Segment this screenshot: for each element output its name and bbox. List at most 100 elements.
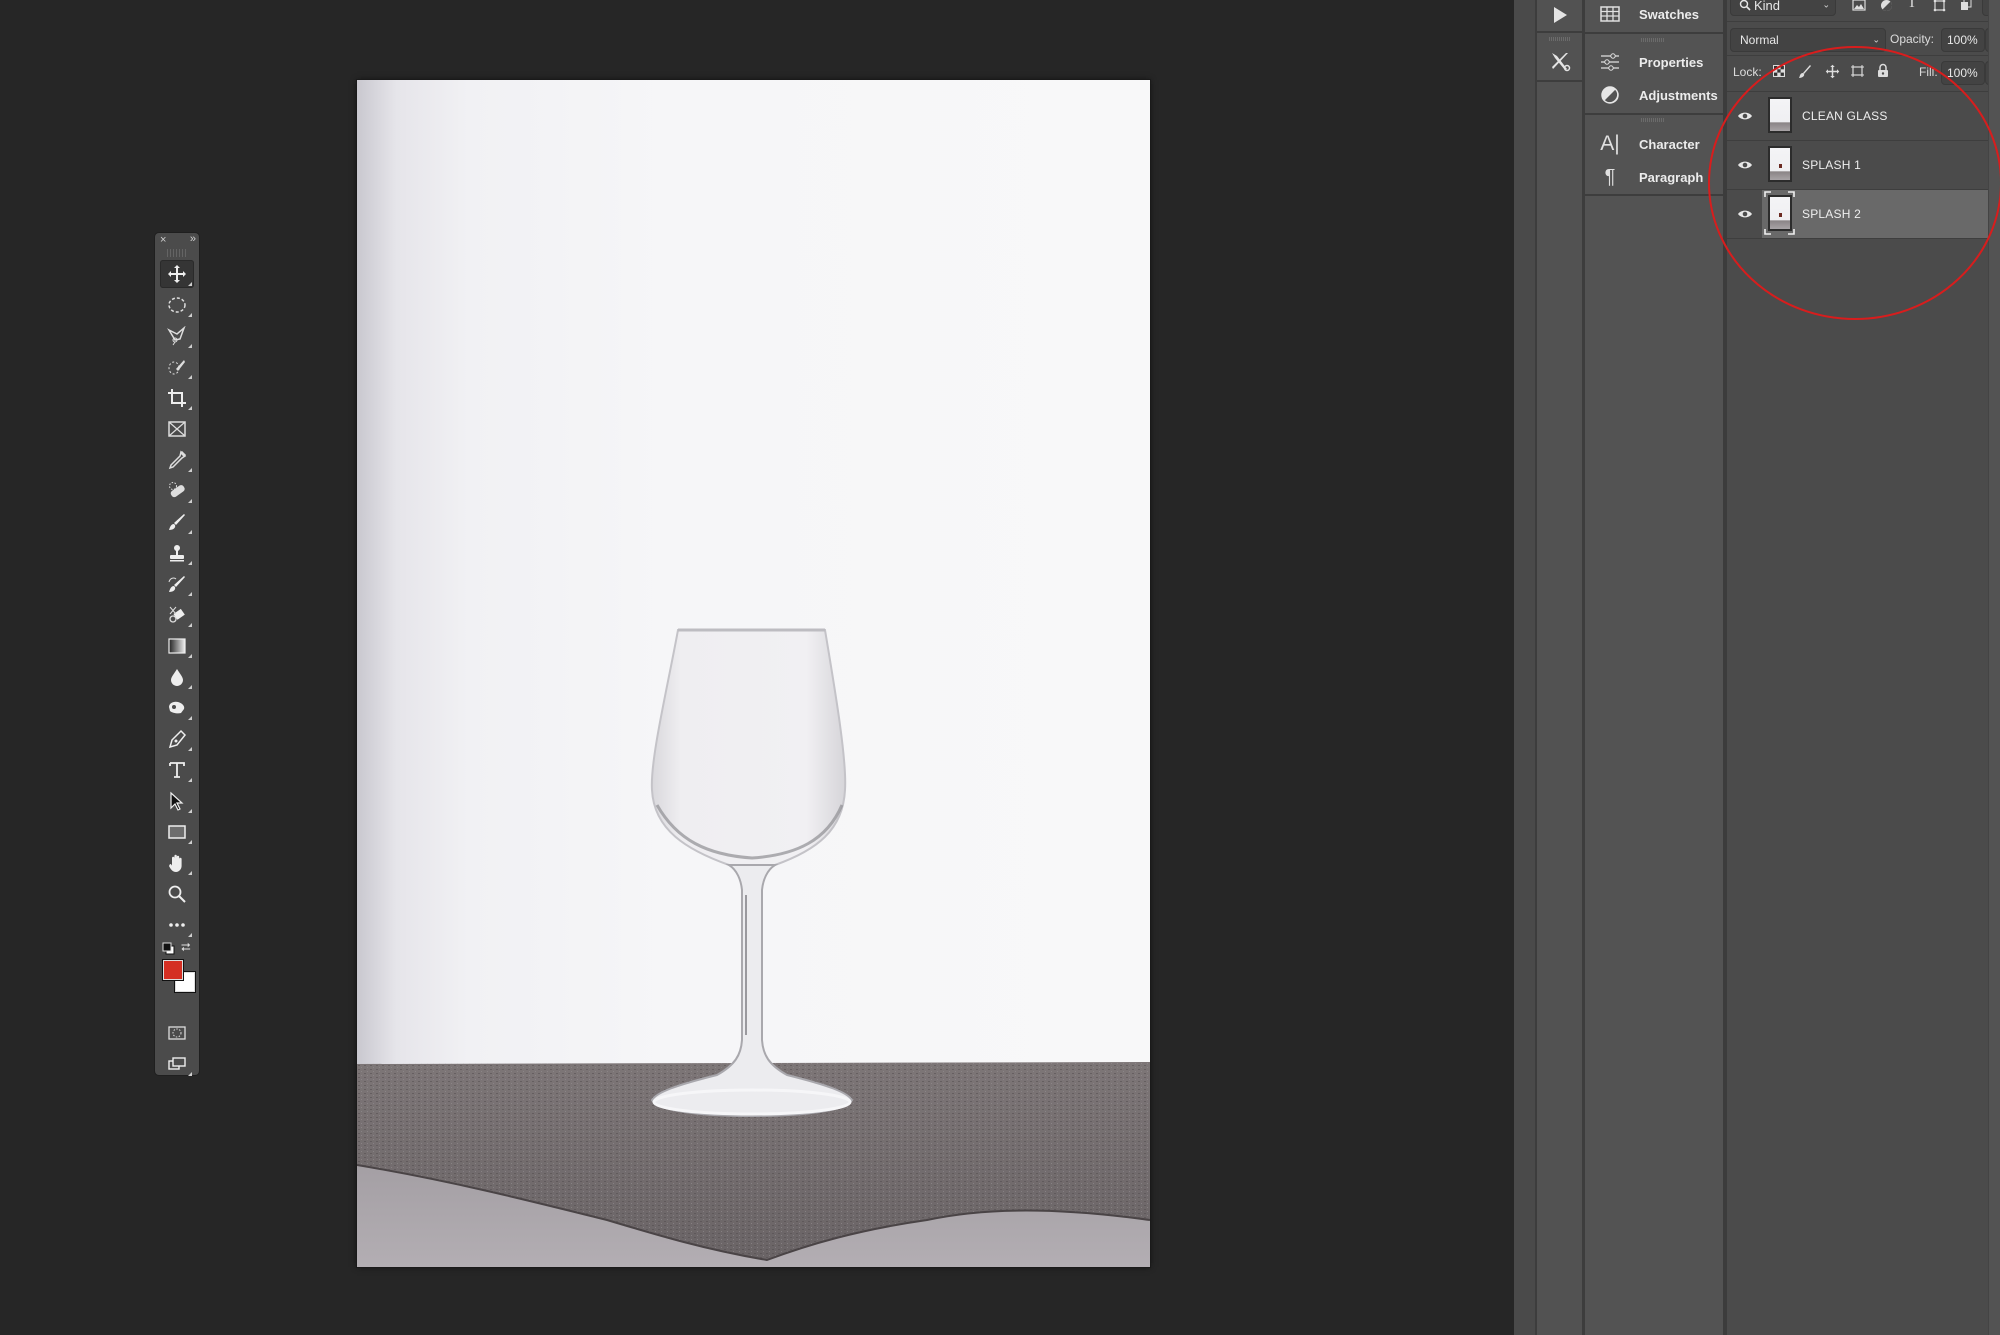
properties-panel-tab[interactable]: Properties: [1585, 48, 1723, 76]
adjust-circle-icon: [1601, 86, 1619, 104]
layer-filter-kind[interactable]: Kind ⌄: [1730, 0, 1836, 16]
elliptical-marquee-tool[interactable]: [160, 291, 194, 319]
panel-drag-handle[interactable]: [167, 249, 187, 257]
eye-icon: [1737, 210, 1752, 218]
lock-position-icon[interactable]: [1824, 63, 1840, 79]
polygonal-lasso-tool[interactable]: [160, 322, 194, 350]
panel-group-grip[interactable]: [1641, 38, 1665, 42]
pen-icon: [168, 729, 187, 749]
actions-play-button[interactable]: [1537, 0, 1582, 30]
swatches-panel-tab[interactable]: Swatches: [1585, 0, 1723, 28]
search-icon: [1739, 0, 1751, 11]
pen-tool[interactable]: [160, 725, 194, 753]
fill-input[interactable]: 100%: [1941, 61, 1985, 85]
lock-all-icon[interactable]: [1876, 62, 1890, 78]
rectangle-tool[interactable]: [160, 818, 194, 846]
ellipse-marquee-icon: [168, 297, 186, 313]
move-icon: [168, 265, 186, 283]
stamp-icon: [170, 545, 184, 562]
selection-bracket-icon: [1764, 191, 1795, 235]
type-filter-icon[interactable]: T: [1905, 0, 1919, 11]
adjustment-filter-icon[interactable]: [1879, 0, 1893, 12]
history-brush-tool[interactable]: [160, 570, 194, 598]
gradient-tool[interactable]: [160, 632, 194, 660]
play-icon: [1553, 7, 1567, 23]
close-panel-button[interactable]: ×: [160, 234, 166, 246]
path-selection-tool[interactable]: [160, 787, 194, 815]
brush-tool[interactable]: [160, 508, 194, 536]
paragraph-panel-tab[interactable]: ¶ Paragraph: [1585, 163, 1723, 191]
panel-group-grip[interactable]: [1549, 37, 1571, 41]
polygon-lasso-icon: [167, 326, 186, 346]
type-tool[interactable]: [160, 756, 194, 784]
visibility-toggle[interactable]: [1727, 141, 1762, 189]
layer-name: CLEAN GLASS: [1802, 109, 1888, 123]
image-filter-icon[interactable]: [1851, 0, 1867, 12]
lock-label: Lock:: [1733, 65, 1762, 79]
chevron-down-icon: ⌄: [1822, 0, 1830, 10]
layer-thumbnail: [1768, 97, 1792, 133]
arrow-icon: [170, 791, 184, 811]
blend-mode-select[interactable]: Normal ⌄: [1730, 28, 1886, 52]
crop-icon: [168, 389, 186, 407]
quick-mask-button[interactable]: [160, 1019, 194, 1047]
frame-icon: [168, 421, 186, 437]
lock-paint-icon[interactable]: [1797, 63, 1813, 79]
chevron-down-icon: ⌄: [1872, 34, 1880, 45]
screen-mode-icon: [168, 1057, 186, 1070]
brush-icon: [169, 514, 185, 530]
quick-mask-icon: [168, 1026, 186, 1040]
foreground-color-swatch[interactable]: [162, 959, 184, 981]
expand-panel-button[interactable]: »: [190, 233, 196, 245]
rectangle-icon: [168, 825, 186, 839]
swap-colors-icon[interactable]: ⮂: [181, 940, 191, 955]
zoom-tool[interactable]: [160, 880, 194, 908]
gradient-icon: [168, 638, 186, 654]
frame-tool[interactable]: [160, 415, 194, 443]
character-panel-tab[interactable]: A| Character: [1585, 130, 1723, 158]
default-colors-icon[interactable]: [162, 942, 176, 956]
wine-glass: [650, 628, 854, 1118]
document-canvas[interactable]: [357, 80, 1150, 1267]
shape-filter-icon[interactable]: [1932, 0, 1946, 12]
screen-mode-button[interactable]: [160, 1050, 194, 1078]
visibility-toggle[interactable]: [1727, 92, 1762, 140]
adjustments-panel-tab[interactable]: Adjustments: [1585, 81, 1723, 109]
opacity-label: Opacity:: [1890, 32, 1935, 46]
opacity-input[interactable]: 100%: [1941, 28, 1985, 52]
dodge-tool[interactable]: [160, 694, 194, 722]
crop-tool[interactable]: [160, 384, 194, 412]
edit-toolbar[interactable]: [160, 911, 194, 939]
smart-object-filter-icon[interactable]: [1959, 0, 1973, 11]
magnifier-icon: [168, 885, 186, 903]
layer-row[interactable]: SPLASH 2: [1727, 190, 1988, 239]
pilcrow-icon: ¶: [1604, 165, 1616, 188]
eraser-tool[interactable]: [160, 601, 194, 629]
layer-name: SPLASH 2: [1802, 207, 1861, 221]
tools-panel: × » ⮂: [155, 233, 199, 1078]
layer-row[interactable]: SPLASH 1: [1727, 141, 1988, 190]
quick-selection-tool[interactable]: [160, 353, 194, 381]
layer-name: SPLASH 1: [1802, 158, 1861, 172]
layers-panel: Kind ⌄ T Normal ⌄ Opacity: 100% ⌄ Lock: …: [1727, 0, 1999, 1335]
layer-thumbnail: [1768, 146, 1792, 182]
lock-transparent-icon[interactable]: [1772, 64, 1786, 78]
layer-row[interactable]: CLEAN GLASS: [1727, 92, 1988, 141]
eye-icon: [1737, 112, 1752, 120]
lock-artboard-icon[interactable]: [1849, 63, 1865, 79]
eyedropper-tool[interactable]: [160, 446, 194, 474]
clone-stamp-tool[interactable]: [160, 539, 194, 567]
layers-scrollbar[interactable]: [1988, 0, 2000, 1335]
visibility-toggle[interactable]: [1727, 190, 1762, 238]
move-tool[interactable]: [160, 260, 194, 288]
healing-brush-tool[interactable]: [160, 477, 194, 505]
sliders-icon: [1601, 53, 1619, 71]
blur-tool[interactable]: [160, 663, 194, 691]
hand-tool[interactable]: [160, 849, 194, 877]
collapsed-panel-column: [1537, 0, 1585, 1335]
grid-icon: [1600, 6, 1620, 22]
bandage-icon: [169, 482, 185, 498]
panel-group-grip[interactable]: [1641, 118, 1665, 122]
photo: [357, 628, 1150, 1267]
tool-presets-button[interactable]: [1537, 46, 1582, 76]
